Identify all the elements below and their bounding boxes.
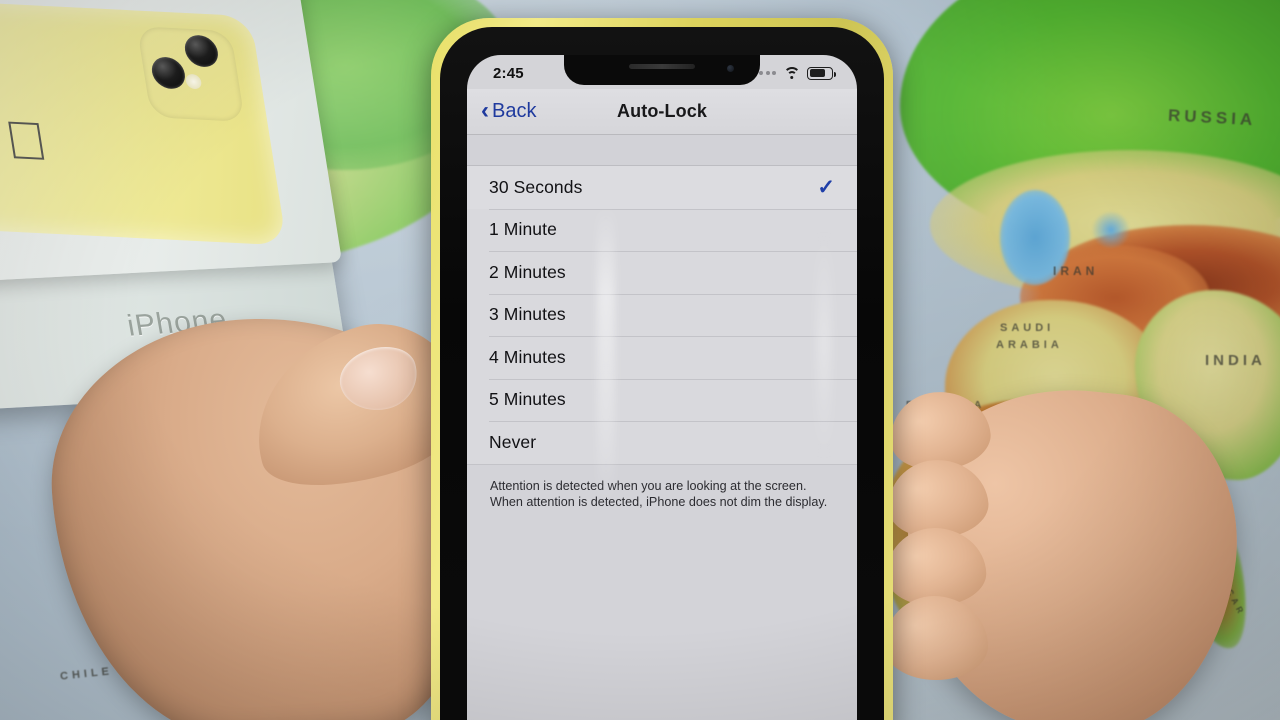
auto-lock-options-list: 30 Seconds ✓ 1 Minute 2 Minutes 3 Minutes 4 M… bbox=[467, 165, 857, 464]
list-item[interactable]: 2 Minutes bbox=[467, 251, 857, 294]
list-item-label: 3 Minutes bbox=[489, 304, 566, 325]
list-item[interactable]: 1 Minute bbox=[467, 208, 857, 251]
list-item[interactable]: 30 Seconds ✓ bbox=[467, 166, 857, 209]
camera-lens-icon bbox=[149, 56, 188, 90]
map-label: CHILE bbox=[59, 665, 114, 683]
status-bar-time: 2:45 bbox=[493, 64, 524, 82]
list-top-spacer bbox=[467, 135, 857, 165]
map-label: INDIA bbox=[1205, 352, 1266, 369]
map-label: SAUDI bbox=[1000, 322, 1055, 334]
map-water-lake bbox=[1092, 212, 1130, 248]
list-item-label: 4 Minutes bbox=[489, 346, 566, 367]
iphone-device: 2:45 ‹ Back Auto-Lock 30 Seconds ✓ 1 Min… bbox=[431, 18, 893, 720]
list-item-label: 5 Minutes bbox=[489, 389, 566, 410]
footer-note-line-2: When attention is detected, iPhone does … bbox=[490, 495, 828, 509]
map-label: IRAN bbox=[1053, 264, 1099, 278]
chevron-left-icon: ‹ bbox=[481, 96, 489, 124]
earpiece-speaker-icon bbox=[629, 64, 695, 69]
back-button[interactable]: ‹ Back bbox=[481, 96, 537, 124]
list-item-label: 1 Minute bbox=[489, 219, 557, 240]
list-item-label: Never bbox=[489, 431, 537, 452]
camera-flash-icon bbox=[184, 73, 203, 90]
map-label: ARABIA bbox=[996, 339, 1063, 351]
box-camera-module bbox=[136, 26, 246, 122]
list-item[interactable]: 5 Minutes bbox=[467, 378, 857, 421]
photo-scene: CANADARUSSIAIRANSAUDIARABIAINDIAETHIOPIA… bbox=[0, 0, 1280, 720]
apple-logo-icon:  bbox=[0, 111, 59, 173]
wifi-icon bbox=[783, 66, 800, 80]
front-camera-icon bbox=[727, 65, 734, 72]
navigation-bar: ‹ Back Auto-Lock bbox=[467, 89, 857, 135]
footer-note: Attention is detected when you are looki… bbox=[467, 464, 857, 511]
box-phone-artwork:  bbox=[0, 0, 287, 246]
footer-note-line-1: Attention is detected when you are looki… bbox=[490, 478, 807, 493]
empty-content-area bbox=[467, 510, 857, 720]
back-button-label: Back bbox=[492, 100, 537, 122]
list-item[interactable]: 4 Minutes bbox=[467, 336, 857, 379]
list-item[interactable]: Never bbox=[467, 421, 857, 464]
display-notch bbox=[564, 55, 760, 85]
box-top-panel:  bbox=[0, 0, 343, 285]
phone-screen: 2:45 ‹ Back Auto-Lock 30 Seconds ✓ 1 Min… bbox=[467, 55, 857, 720]
battery-icon bbox=[807, 66, 836, 80]
list-item[interactable]: 3 Minutes bbox=[467, 293, 857, 336]
list-item-label: 30 Seconds bbox=[489, 176, 583, 197]
camera-lens-icon bbox=[182, 34, 221, 68]
checkmark-icon: ✓ bbox=[817, 175, 835, 199]
list-item-label: 2 Minutes bbox=[489, 261, 566, 282]
